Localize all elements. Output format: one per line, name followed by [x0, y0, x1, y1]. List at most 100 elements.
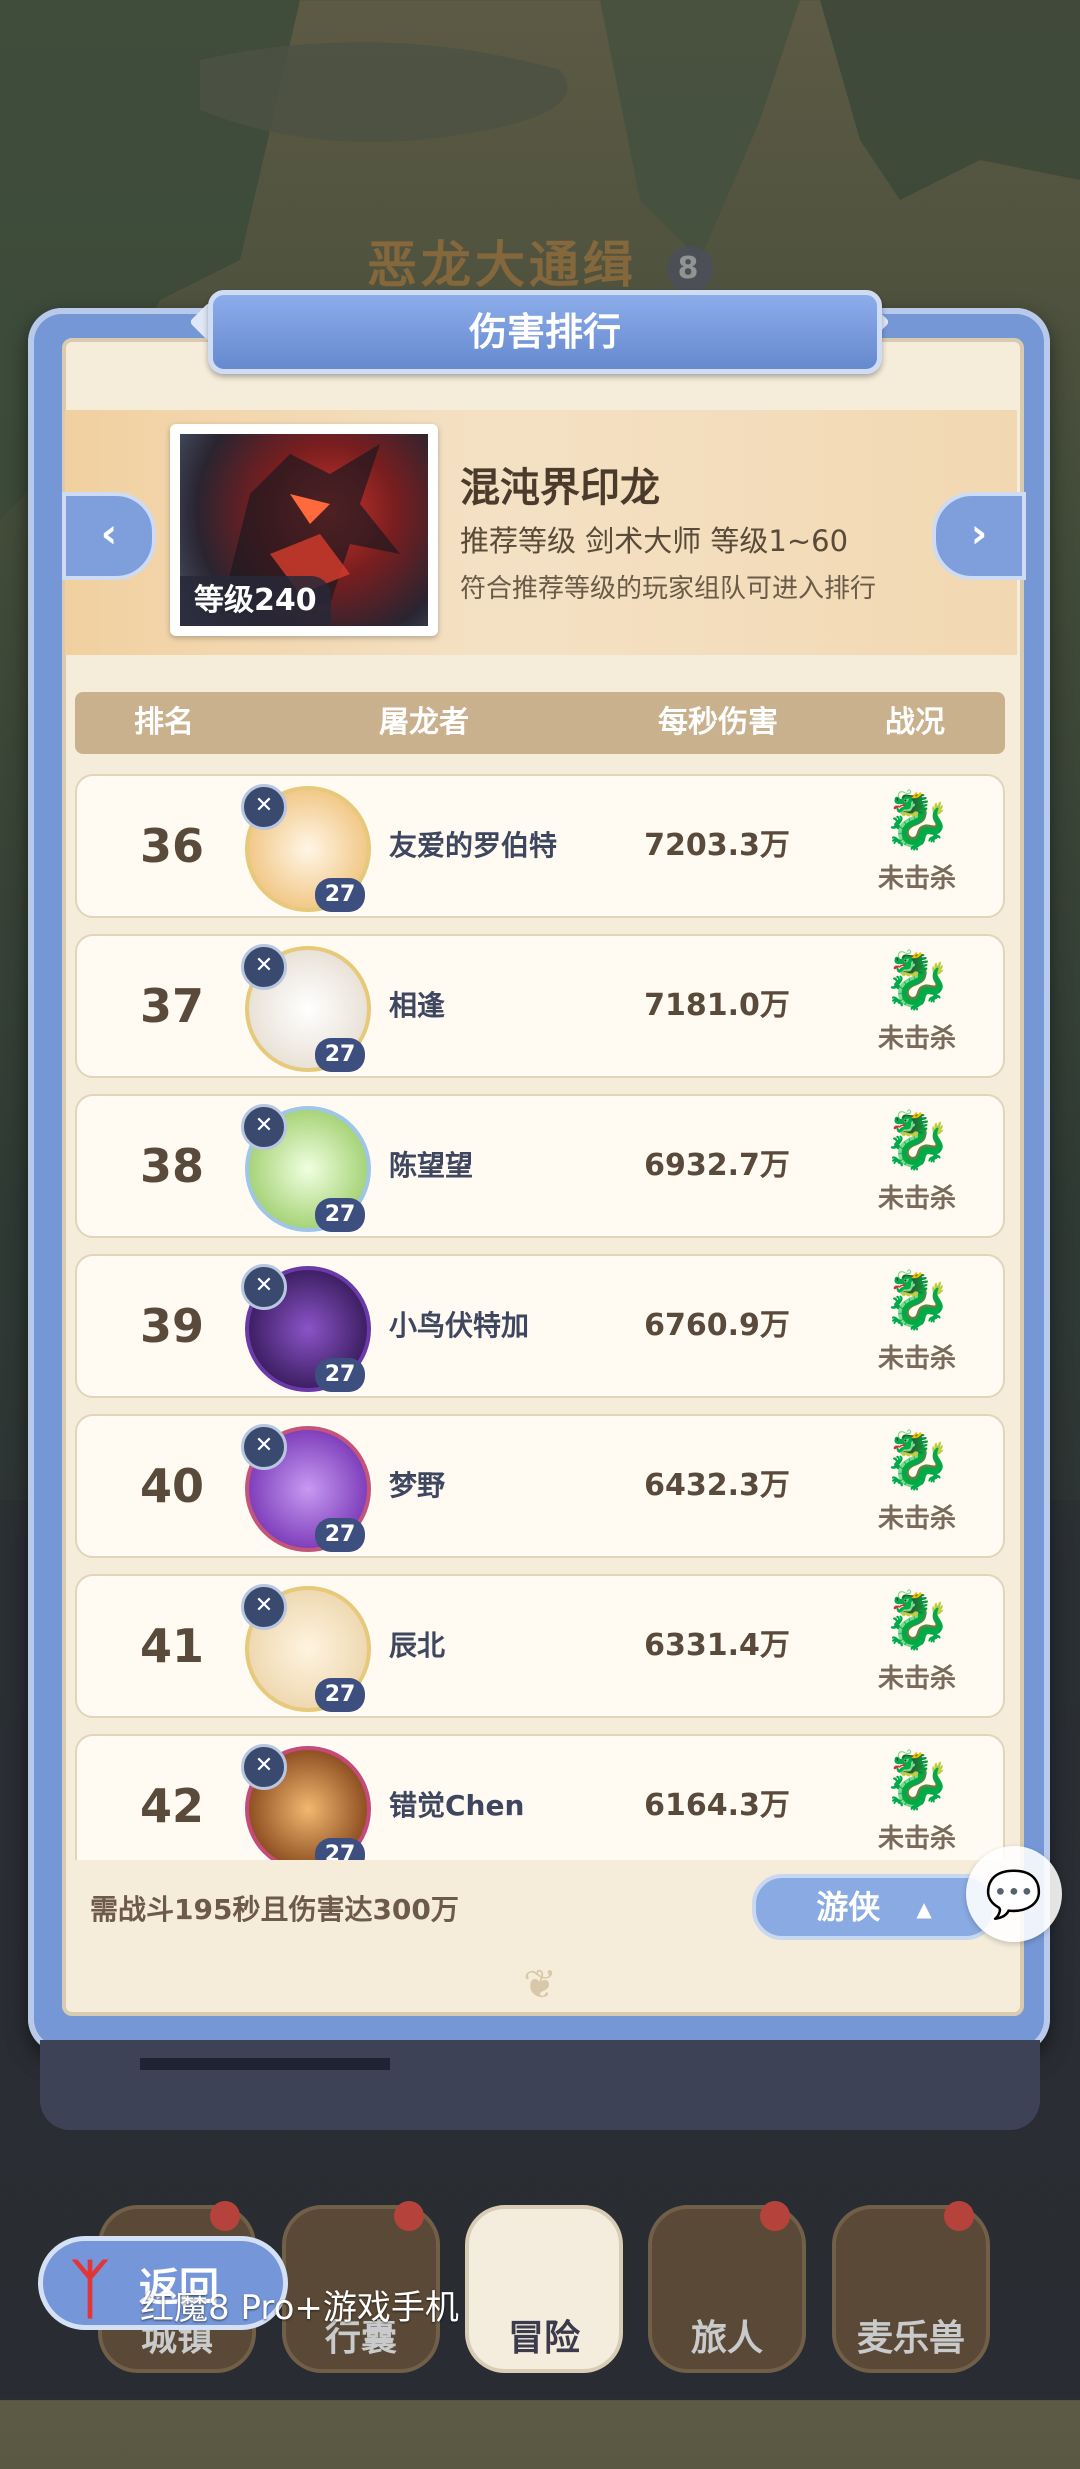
table-row[interactable]: 40 ✕ 27 梦野 6432.3万 🐉 未击杀 [75, 1414, 1005, 1558]
boss-portrait[interactable]: 等级240 [170, 424, 438, 636]
nav-traveler-label: 旅人 [690, 2318, 763, 2359]
player-name: 友爱的罗伯特 [389, 829, 558, 862]
player-level-badge: 27 [315, 1198, 365, 1232]
nav-adventure-label: 冒险 [507, 2318, 580, 2359]
rank-number: 39 [140, 1299, 205, 1353]
player-dps: 6331.4万 [644, 1628, 790, 1663]
redmagic-logo-icon: ᛉ [70, 2253, 110, 2327]
header-player: 屠龙者 [379, 705, 469, 740]
rank-number: 38 [140, 1139, 205, 1193]
player-level-badge: 27 [315, 1038, 365, 1072]
rank-number: 42 [140, 1779, 205, 1833]
notification-dot-icon [944, 2201, 974, 2231]
header-status: 战况 [885, 705, 945, 740]
rank-number: 37 [140, 979, 205, 1033]
battle-status: 🐉 未击杀 [857, 1576, 977, 1716]
player-dps: 7203.3万 [644, 828, 790, 863]
device-watermark: 红魔8 Pro+游戏手机 [140, 2288, 459, 2328]
battle-status-label: 未击杀 [877, 1504, 956, 1534]
crossed-swords-icon: ✕ [241, 1584, 287, 1630]
info-badge-icon[interactable]: 8 [667, 245, 713, 292]
class-filter-label: 游侠 [816, 1888, 881, 1926]
notification-dot-icon [394, 2201, 424, 2231]
crossed-swords-icon: ✕ [241, 1424, 287, 1470]
triangle-up-icon: ▲ [916, 1897, 932, 1921]
event-title-text: 恶龙大通缉 [367, 236, 637, 294]
player-dps: 6164.3万 [644, 1788, 790, 1823]
previous-boss-button[interactable]: ‹ [62, 492, 156, 580]
player-avatar[interactable]: ✕ 27 [241, 1264, 371, 1392]
nav-traveler[interactable]: 旅人 [648, 2201, 806, 2373]
table-row[interactable]: 37 ✕ 27 相逢 7181.0万 🐉 未击杀 [75, 934, 1005, 1078]
player-avatar[interactable]: ✕ 27 [241, 1744, 371, 1860]
crossed-swords-icon: ✕ [241, 1744, 287, 1790]
battle-status-label: 未击杀 [877, 1184, 956, 1214]
table-row[interactable]: 36 ✕ 27 友爱的罗伯特 7203.3万 🐉 未击杀 [75, 774, 1005, 918]
ranking-list[interactable]: 36 ✕ 27 友爱的罗伯特 7203.3万 🐉 未击杀 37 ✕ 27 相逢 … [75, 774, 1005, 1860]
crossed-swords-icon: ✕ [241, 1104, 287, 1150]
player-level-badge: 27 [315, 878, 365, 912]
player-level-badge: 27 [315, 1358, 365, 1392]
ranking-requirement: 需战斗195秒且伤害达300万 [90, 1893, 459, 1926]
player-name: 相逢 [389, 989, 446, 1022]
underlying-bar [140, 2058, 390, 2070]
rank-number: 36 [140, 819, 205, 873]
battle-status: 🐉 未击杀 [857, 1416, 977, 1556]
player-avatar[interactable]: ✕ 27 [241, 1424, 371, 1552]
nav-adventure[interactable]: 冒险 [465, 2205, 623, 2373]
class-filter-dropdown[interactable]: 游侠 ▲ [752, 1874, 996, 1940]
player-avatar[interactable]: ✕ 27 [241, 784, 371, 912]
header-dps: 每秒伤害 [658, 705, 778, 740]
battle-status-label: 未击杀 [877, 1024, 956, 1054]
next-boss-button[interactable]: › [932, 492, 1026, 580]
table-row[interactable]: 39 ✕ 27 小鸟伏特加 6760.9万 🐉 未击杀 [75, 1254, 1005, 1398]
header-rank: 排名 [134, 705, 194, 740]
battle-status: 🐉 未击杀 [857, 1256, 977, 1396]
player-dps: 6432.3万 [644, 1468, 790, 1503]
nav-pets-label: 麦乐兽 [856, 2318, 965, 2359]
player-avatar[interactable]: ✕ 27 [241, 1104, 371, 1232]
player-level-badge: 27 [315, 1518, 365, 1552]
chat-button[interactable]: 💬 [966, 1846, 1062, 1942]
table-row[interactable]: 42 ✕ 27 错觉Chen 6164.3万 🐉 未击杀 [75, 1734, 1005, 1860]
rank-number: 41 [140, 1619, 205, 1673]
player-level-badge: 27 [315, 1678, 365, 1712]
panel-title: 伤害排行 [208, 290, 882, 374]
boss-ranking-note: 符合推荐等级的玩家组队可进入排行 [460, 574, 877, 604]
crossed-swords-icon: ✕ [241, 1264, 287, 1310]
dragon-head-icon: 🐉 [882, 1268, 952, 1333]
battle-status: 🐉 未击杀 [857, 1736, 977, 1860]
notification-dot-icon [760, 2201, 790, 2231]
battle-status: 🐉 未击杀 [857, 1096, 977, 1236]
ranking-table-header: 排名 屠龙者 每秒伤害 战况 [75, 692, 1005, 754]
dragon-head-icon: 🐉 [882, 948, 952, 1013]
chevron-right-icon: › [970, 511, 988, 557]
boss-name: 混沌界印龙 [460, 465, 660, 511]
battle-status-label: 未击杀 [877, 864, 956, 894]
crossed-swords-icon: ✕ [241, 944, 287, 990]
player-name: 陈望望 [389, 1149, 474, 1182]
player-name: 辰北 [389, 1629, 446, 1662]
dragon-head-icon: 🐉 [882, 1748, 952, 1813]
player-dps: 7181.0万 [644, 988, 790, 1023]
player-name: 小鸟伏特加 [389, 1309, 530, 1342]
dragon-head-icon: 🐉 [882, 788, 952, 853]
player-avatar[interactable]: ✕ 27 [241, 1584, 371, 1712]
nav-pets[interactable]: 麦乐兽 [832, 2201, 990, 2373]
table-row[interactable]: 41 ✕ 27 辰北 6331.4万 🐉 未击杀 [75, 1574, 1005, 1718]
battle-status-label: 未击杀 [877, 1344, 956, 1374]
boss-level-tag: 等级240 [180, 576, 331, 626]
table-row[interactable]: 38 ✕ 27 陈望望 6932.7万 🐉 未击杀 [75, 1094, 1005, 1238]
player-name: 错觉Chen [389, 1789, 525, 1822]
boss-recommend-level: 推荐等级 剑术大师 等级1~60 [460, 524, 849, 558]
battle-status-label: 未击杀 [877, 1824, 956, 1854]
notification-dot-icon [210, 2201, 240, 2231]
chat-bubble-icon: 💬 [985, 1867, 1043, 1921]
dragon-head-icon: 🐉 [882, 1108, 952, 1173]
dragon-head-icon: 🐉 [882, 1428, 952, 1493]
battle-status: 🐉 未击杀 [857, 776, 977, 916]
player-avatar[interactable]: ✕ 27 [241, 944, 371, 1072]
player-name: 梦野 [389, 1469, 446, 1502]
chevron-left-icon: ‹ [100, 511, 118, 557]
player-dps: 6932.7万 [644, 1148, 790, 1183]
